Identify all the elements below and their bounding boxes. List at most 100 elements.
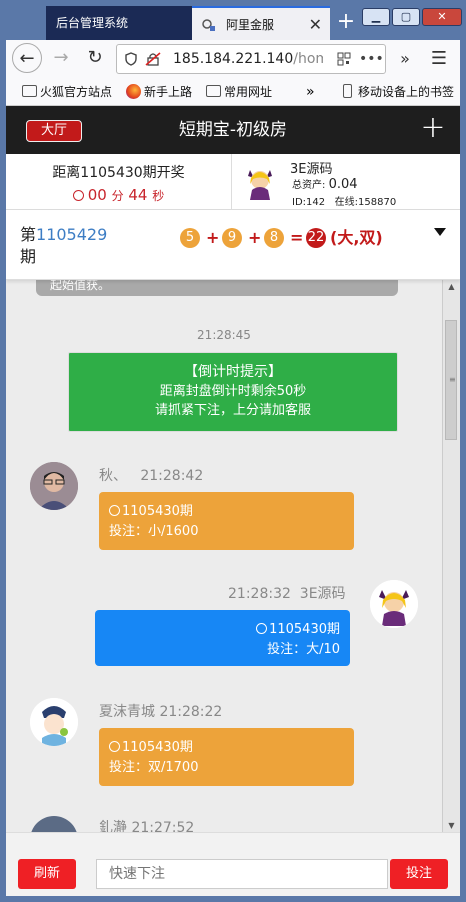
avatar[interactable] [370, 580, 418, 628]
draw-ball: 9 [222, 228, 242, 248]
message-user: 釓瀞 [99, 820, 127, 832]
next-draw-label: 距离1105430期开奖 [52, 165, 185, 181]
tab-admin[interactable]: 后台管理系统 [46, 6, 198, 40]
notice-timestamp: 21:28:45 [197, 328, 251, 342]
message-time: 21:28:42 [140, 468, 204, 484]
notice-title: 【倒计时提示】 [184, 364, 282, 380]
forward-icon: → [53, 47, 69, 68]
second-unit: 秒 [152, 189, 165, 203]
caret-down-icon[interactable] [434, 228, 446, 236]
forward-button[interactable]: → [46, 43, 76, 73]
bookmark-firefox-site[interactable]: 火狐官方站点 [20, 78, 112, 106]
bet-period: 1105430期 [122, 740, 193, 755]
avatar[interactable] [30, 462, 78, 510]
bookmark-mobile[interactable]: 移动设备上的书签 [338, 78, 454, 106]
refresh-button[interactable]: 刷新 [18, 859, 76, 889]
bookmarks-bar: 火狐官方站点 新手上路 常用网址 » 移动设备上的书签 [6, 78, 460, 106]
tab-strip: 后台管理系统 阿里金服 ✕ + ▁ ▢ ✕ [6, 4, 462, 40]
bet-period-line: 1105430期 [109, 502, 344, 522]
lock-slash-icon[interactable] [145, 52, 161, 66]
countdown-notice: 【倒计时提示】 距离封盘倒计时剩余50秒 请抓紧下注，上分请加客服 [68, 352, 398, 432]
maximize-button[interactable]: ▢ [392, 8, 420, 26]
clock-icon [256, 623, 268, 634]
bet-period-line: 1105430期 [109, 738, 344, 758]
message-user: 秋、 [99, 468, 127, 484]
avatar[interactable] [30, 816, 78, 832]
last-draw-result[interactable]: 第1105429 期 5 + 9 + 8 = 22 (大,双) [6, 210, 460, 280]
avatar-cartoon [30, 698, 78, 746]
scroll-down-arrow-icon[interactable]: ▼ [443, 821, 460, 830]
folder-icon [206, 85, 221, 97]
back-button[interactable]: ← [12, 43, 42, 73]
page-actions-icon[interactable]: ••• [359, 45, 384, 73]
bookmark-label: 火狐官方站点 [40, 85, 113, 99]
close-icon: ✕ [437, 10, 447, 23]
bet-bubble: 1105430期 投注：双/1700 [99, 728, 354, 786]
reload-button[interactable]: ↻ [80, 43, 110, 73]
bookmark-label: 常用网址 [224, 85, 273, 99]
tab-label: 阿里金服 [226, 18, 275, 32]
minimize-button[interactable]: ▁ [362, 8, 390, 26]
tab-active[interactable]: 阿里金服 ✕ [192, 6, 330, 40]
user-avatar [248, 170, 272, 200]
period-number: 1105429 [36, 225, 108, 244]
address-bar[interactable]: 185.184.221.140/home ••• [116, 44, 386, 74]
phone-icon [343, 84, 352, 98]
grip-icon: ≡ [449, 375, 456, 384]
avatar[interactable] [30, 698, 78, 746]
folder-icon [22, 85, 37, 97]
bet-button[interactable]: 投注 [390, 859, 448, 889]
tab-label: 后台管理系统 [56, 16, 129, 30]
firefox-icon [126, 84, 141, 99]
bet-input-bar: 刷新 投注 [6, 832, 460, 896]
back-icon: ← [19, 48, 35, 69]
user-name: 3E源码 [290, 162, 333, 177]
bookmarks-overflow-button[interactable]: » [306, 78, 315, 106]
lobby-button[interactable]: 大厅 [26, 120, 82, 142]
url-path: /home [293, 51, 323, 67]
new-tab-button[interactable]: + [334, 8, 358, 38]
chat-area[interactable]: 起始值获。 21:28:45 【倒计时提示】 距离封盘倒计时剩余50秒 请抓紧下… [6, 280, 442, 832]
room-title: 短期宝-初级房 [178, 120, 288, 140]
bookmark-label: 移动设备上的书签 [358, 85, 455, 99]
scroll-up-arrow-icon[interactable]: ▲ [443, 282, 460, 291]
plus-sign: + [206, 228, 220, 247]
message-time: 21:28:32 [228, 586, 291, 602]
url-host: 185.184.221.140 [173, 51, 294, 67]
chevron-double-right-icon: » [400, 49, 410, 68]
hamburger-icon: ☰ [430, 48, 448, 69]
quick-bet-input[interactable] [96, 859, 388, 889]
assets-label: 总资产: [292, 180, 326, 191]
scrollbar-thumb[interactable]: ≡ [445, 320, 457, 440]
online-count: 在线:158870 [334, 197, 397, 208]
message-time: 21:27:52 [131, 820, 195, 832]
tab-close-icon[interactable]: ✕ [309, 8, 322, 42]
clock-icon [109, 741, 120, 752]
browser-window: 后台管理系统 阿里金服 ✕ + ▁ ▢ ✕ ← → ↻ 185.184.221.… [0, 0, 466, 902]
plus-sign: + [248, 228, 262, 247]
bookmark-label: 新手上路 [144, 85, 193, 99]
more-tools-button[interactable]: » [392, 44, 418, 74]
minute-unit: 分 [111, 189, 124, 203]
bet-period-line: 1105430期 [105, 620, 340, 640]
next-draw-countdown: 距离1105430期开奖 00 分 44 秒 [6, 154, 232, 210]
notice-line1: 距离封盘倒计时剩余50秒 [159, 384, 307, 399]
chat-scrollbar[interactable]: ▲ ≡ ▼ [442, 280, 460, 832]
notice-line2: 请抓紧下注，上分请加客服 [154, 403, 311, 418]
qr-icon[interactable] [337, 52, 351, 66]
bookmark-common-sites[interactable]: 常用网址 [204, 78, 272, 106]
menu-button[interactable]: ☰ [426, 44, 452, 74]
bet-detail: 投注：小/1600 [109, 524, 199, 539]
last-draw-period: 第1105429 期 [20, 224, 107, 268]
draw-result: (大,双) [330, 228, 383, 247]
avatar-photo [30, 462, 78, 510]
close-window-button[interactable]: ✕ [422, 8, 462, 26]
message-time: 21:28:22 [159, 704, 223, 720]
url-text[interactable]: 185.184.221.140/home [173, 45, 323, 73]
assets-value: 0.04 [328, 177, 358, 192]
plus-icon[interactable]: + [418, 113, 448, 144]
bookmark-getting-started[interactable]: 新手上路 [124, 78, 192, 106]
bet-detail: 投注：双/1700 [109, 760, 199, 775]
countdown-timer: 00 分 44 秒 [6, 186, 231, 204]
bet-bubble: 1105430期 投注：大/10 [95, 610, 350, 666]
